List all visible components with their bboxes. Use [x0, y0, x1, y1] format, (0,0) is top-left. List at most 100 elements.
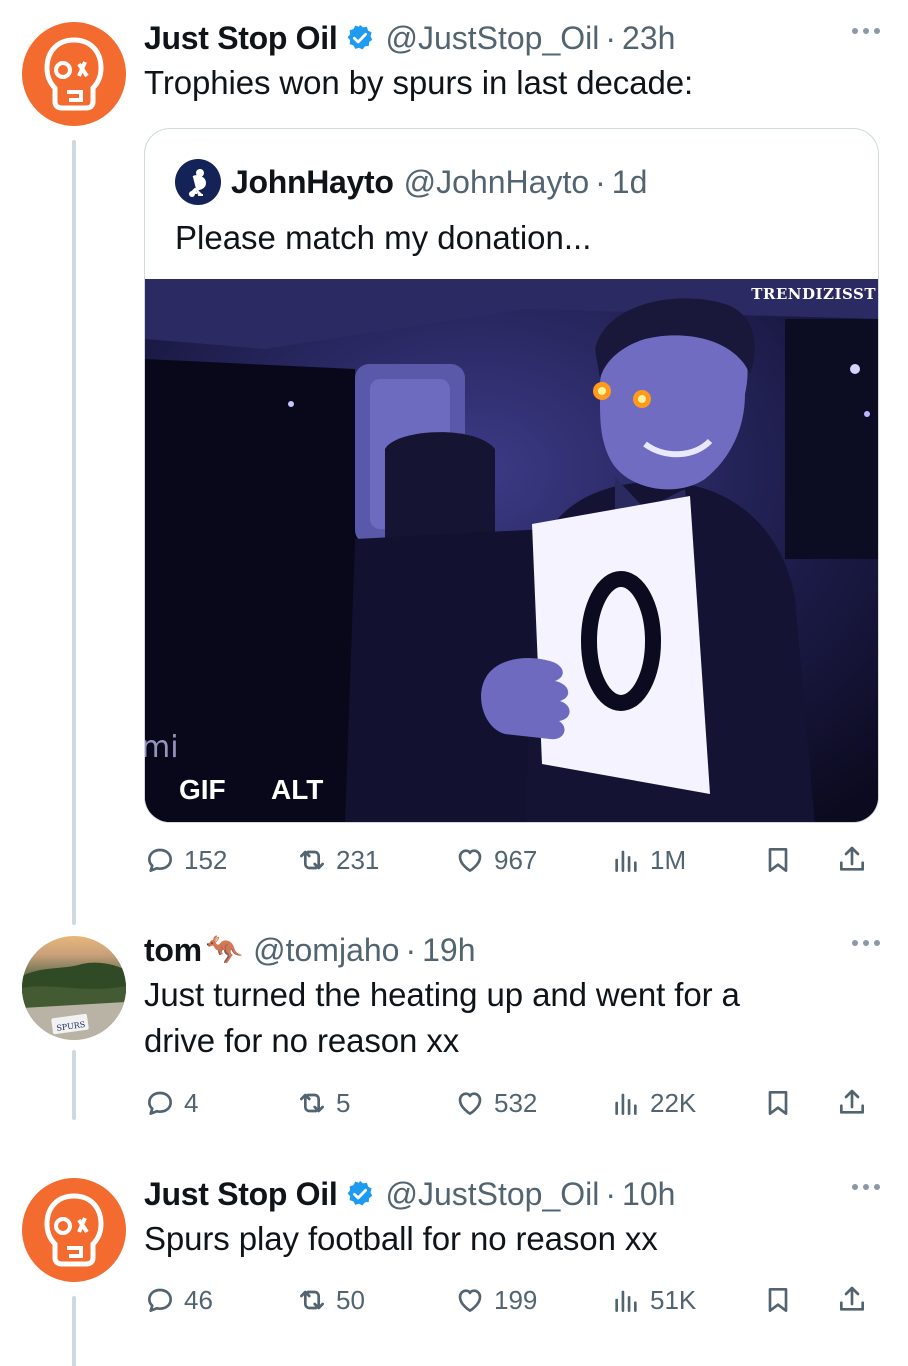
quoted-tweet[interactable]: JohnHayto @JohnHayto · 1d Please match m… [144, 128, 879, 823]
tweet-time[interactable]: 19h [422, 932, 475, 969]
alt-badge[interactable]: ALT [271, 774, 323, 806]
quote-author-name[interactable]: JohnHayto [231, 164, 394, 201]
tweet-actions: 152 231 967 1M [144, 840, 879, 880]
reply-count: 4 [184, 1087, 199, 1118]
reply-icon [148, 1288, 172, 1312]
like-icon [458, 849, 482, 872]
tweet-text: Just turned the heating up and went for … [144, 972, 880, 1064]
like-button[interactable]: 199 [454, 1284, 537, 1316]
thread-line [72, 140, 76, 925]
gif-media[interactable]: mi TRENDIZISST GIF ALT 0 [145, 279, 878, 822]
bookmark-icon [768, 1091, 788, 1115]
bookmark-icon [768, 1288, 788, 1312]
author-handle[interactable]: @tomjaho [253, 932, 399, 969]
quote-text: Please match my donation... [175, 219, 592, 256]
share-button[interactable] [836, 844, 876, 876]
repost-icon [300, 850, 324, 870]
views-button[interactable]: 22K [610, 1087, 696, 1119]
views-button[interactable]: 1M [610, 844, 686, 876]
like-button[interactable]: 967 [454, 844, 537, 876]
bookmark-button[interactable] [762, 1284, 802, 1316]
author-handle[interactable]: @JustStop_Oil [385, 20, 599, 57]
like-button[interactable]: 532 [454, 1087, 537, 1119]
bookmark-button[interactable] [762, 844, 802, 876]
skull-logo-icon [44, 37, 104, 111]
verified-icon [348, 24, 373, 50]
cockerel-icon [188, 169, 207, 197]
more-icon[interactable] [852, 940, 880, 946]
tweet-text-line: Just turned the heating up and went for … [144, 976, 740, 1013]
like-count: 199 [494, 1284, 538, 1315]
repost-icon [300, 1290, 324, 1310]
separator-dot: · [405, 931, 417, 968]
tweet-header: tom 🦘 @tomjaho · 19h [144, 930, 880, 970]
more-icon[interactable] [852, 28, 880, 34]
just-stop-oil-avatar[interactable] [22, 22, 126, 126]
bookmark-button[interactable] [762, 1087, 802, 1119]
author-name[interactable]: Just Stop Oil [144, 1176, 338, 1213]
reply-button[interactable]: 4 [144, 1087, 198, 1119]
like-count: 967 [494, 844, 538, 875]
reply-button[interactable]: 152 [144, 844, 227, 876]
author-name[interactable]: tom [144, 932, 202, 969]
tweet-time[interactable]: 10h [622, 1176, 675, 1213]
like-count: 532 [494, 1087, 538, 1118]
more-icon[interactable] [852, 1184, 880, 1190]
tweet-text: Spurs play football for no reason xx [144, 1220, 658, 1257]
verified-icon [348, 1180, 373, 1206]
repost-count: 231 [336, 844, 380, 875]
share-icon [840, 1089, 864, 1114]
tweet-actions: 4 5 532 22K [144, 1083, 879, 1123]
share-icon [840, 846, 864, 871]
thread-line [72, 1050, 76, 1120]
tweet-text: Trophies won by spurs in last decade: [144, 64, 694, 101]
views-button[interactable]: 51K [610, 1284, 696, 1316]
tom-avatar[interactable]: SPURS [22, 936, 126, 1040]
reply-count: 152 [184, 844, 228, 875]
quote-author-handle[interactable]: @JohnHayto [404, 164, 589, 201]
separator-dot: · [605, 19, 617, 56]
reply-icon [148, 848, 172, 872]
just-stop-oil-avatar[interactable] [22, 1178, 126, 1282]
repost-button[interactable]: 231 [296, 844, 379, 876]
share-button[interactable] [836, 1087, 876, 1119]
views-count: 1M [650, 844, 687, 875]
repost-icon [300, 1093, 324, 1113]
views-icon [615, 1093, 637, 1115]
tweet-time[interactable]: 23h [622, 20, 675, 57]
tweet-actions: 46 50 199 51K [144, 1280, 879, 1320]
repost-count: 5 [336, 1087, 351, 1118]
separator-dot: · [595, 163, 606, 200]
tweet-header: Just Stop Oil @JustStop_Oil · 10h [144, 1174, 880, 1214]
landscape-photo: SPURS [22, 962, 126, 1040]
bookmark-icon [768, 848, 788, 872]
author-handle[interactable]: @JustStop_Oil [385, 1176, 599, 1213]
views-icon [615, 850, 637, 872]
tweet-header: Just Stop Oil @JustStop_Oil · 23h [144, 18, 880, 58]
like-icon [458, 1289, 482, 1312]
repost-count: 50 [336, 1284, 365, 1315]
reply-button[interactable]: 46 [144, 1284, 213, 1316]
repost-button[interactable]: 5 [296, 1087, 350, 1119]
like-icon [458, 1092, 482, 1115]
repost-button[interactable]: 50 [296, 1284, 365, 1316]
kangaroo-emoji: 🦘 [205, 933, 244, 967]
reply-icon [148, 1091, 172, 1115]
share-button[interactable] [836, 1284, 876, 1316]
separator-dot: · [605, 1175, 617, 1212]
author-name[interactable]: Just Stop Oil [144, 20, 338, 57]
gif-watermark: TRENDIZISST [751, 285, 876, 303]
gif-badge: GIF [179, 774, 226, 805]
reply-count: 46 [184, 1284, 213, 1315]
views-icon [615, 1290, 637, 1312]
spurs-crest-avatar[interactable] [175, 159, 221, 205]
quote-time[interactable]: 1d [612, 164, 648, 201]
views-count: 51K [650, 1284, 697, 1315]
views-count: 22K [650, 1087, 697, 1118]
thread-line [72, 1296, 76, 1366]
tweet-text-line: drive for no reason xx [144, 1022, 460, 1059]
gif-frame-image: mi [145, 279, 878, 822]
skull-logo-icon [44, 1193, 104, 1267]
svg-text:mi: mi [145, 730, 179, 765]
quote-header: JohnHayto @JohnHayto · 1d [175, 159, 647, 205]
